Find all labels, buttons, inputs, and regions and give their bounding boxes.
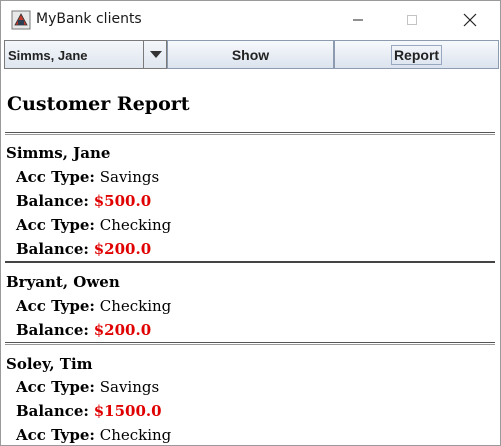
report-panel: Customer Report Simms, Jane Acc Type: Sa… bbox=[1, 71, 500, 445]
customer-name: Soley, Tim bbox=[6, 355, 93, 373]
balance-value: $500.0 bbox=[93, 192, 152, 210]
account-type-row: Acc Type: Checking bbox=[16, 216, 171, 234]
show-button-label: Show bbox=[231, 46, 270, 63]
acc-type-label: Acc Type: bbox=[16, 216, 95, 234]
acc-type-value: Checking bbox=[99, 426, 172, 444]
toolbar: Simms, Jane Show Report bbox=[1, 39, 500, 71]
balance-row: Balance: $200.0 bbox=[16, 240, 151, 258]
client-select[interactable]: Simms, Jane bbox=[4, 40, 167, 69]
customer-name: Bryant, Owen bbox=[6, 273, 120, 291]
close-icon bbox=[463, 13, 477, 27]
acc-type-value: Savings bbox=[99, 168, 160, 186]
balance-value: $200.0 bbox=[93, 321, 152, 339]
java-app-icon bbox=[11, 10, 31, 30]
acc-type-label: Acc Type: bbox=[16, 297, 95, 315]
minimize-button[interactable] bbox=[335, 1, 381, 39]
acc-type-label: Acc Type: bbox=[16, 426, 95, 444]
acc-type-value: Checking bbox=[99, 216, 172, 234]
balance-value: $200.0 bbox=[93, 240, 152, 258]
acc-type-label: Acc Type: bbox=[16, 378, 95, 396]
balance-value: $1500.0 bbox=[93, 402, 162, 420]
acc-type-value: Savings bbox=[99, 378, 160, 396]
title-bar[interactable]: MyBank clients bbox=[1, 1, 500, 39]
customer-divider bbox=[5, 342, 495, 345]
customer-name: Simms, Jane bbox=[6, 144, 111, 162]
balance-row: Balance: $1500.0 bbox=[16, 402, 162, 420]
acc-type-value: Checking bbox=[99, 297, 172, 315]
maximize-icon bbox=[407, 15, 417, 25]
chevron-down-icon[interactable] bbox=[150, 51, 162, 58]
show-button[interactable]: Show bbox=[167, 40, 334, 69]
maximize-button[interactable] bbox=[389, 1, 435, 39]
report-heading: Customer Report bbox=[7, 93, 190, 115]
account-type-row: Acc Type: Savings bbox=[16, 168, 159, 186]
window-title: MyBank clients bbox=[36, 11, 142, 27]
balance-row: Balance: $500.0 bbox=[16, 192, 151, 210]
report-button[interactable]: Report bbox=[334, 40, 499, 69]
customer-divider bbox=[5, 261, 495, 263]
balance-label: Balance: bbox=[16, 402, 89, 420]
client-select-divider bbox=[143, 41, 144, 68]
account-type-row: Acc Type: Checking bbox=[16, 297, 171, 315]
acc-type-label: Acc Type: bbox=[16, 168, 95, 186]
heading-divider bbox=[5, 132, 495, 135]
balance-row: Balance: $200.0 bbox=[16, 321, 151, 339]
client-select-value: Simms, Jane bbox=[8, 48, 88, 63]
account-type-row: Acc Type: Savings bbox=[16, 378, 159, 396]
close-button[interactable] bbox=[447, 1, 493, 39]
balance-label: Balance: bbox=[16, 192, 89, 210]
balance-label: Balance: bbox=[16, 240, 89, 258]
balance-label: Balance: bbox=[16, 321, 89, 339]
account-type-row: Acc Type: Checking bbox=[16, 426, 171, 444]
report-button-label: Report bbox=[390, 44, 443, 65]
app-window: MyBank clients Simms, Jane Show Report C… bbox=[0, 0, 501, 446]
minimize-icon bbox=[353, 19, 363, 21]
